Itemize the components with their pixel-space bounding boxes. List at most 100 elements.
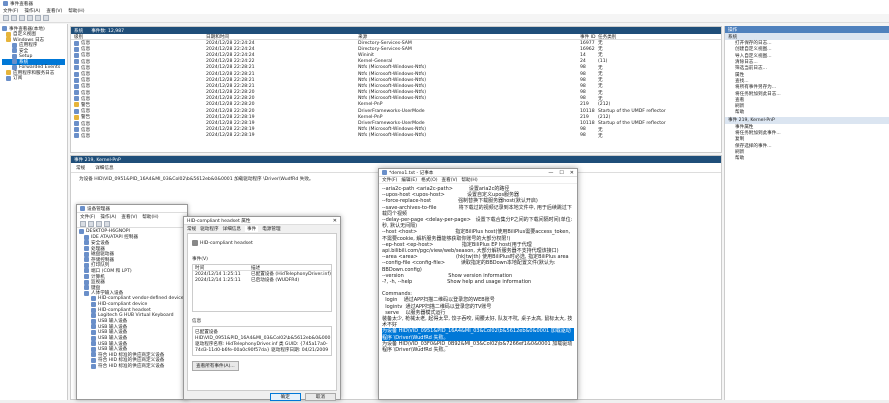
forward-icon[interactable]: [88, 220, 94, 227]
headset-icon: [192, 240, 198, 246]
col-task[interactable]: 任务类别: [598, 34, 616, 40]
device-icon: [91, 346, 96, 352]
info-icon: [74, 40, 79, 46]
device-icon: [91, 357, 96, 363]
text-line: --delay-per-page <delay-per-page> 设置下载合集…: [382, 217, 574, 230]
table-row[interactable]: 信息 2024/12/28 22:28:19 Ntfs (Microsoft-Win…: [71, 133, 721, 139]
device-icon: [91, 363, 96, 369]
help-icon[interactable]: [35, 15, 41, 21]
log-icon: [12, 53, 17, 59]
tree-item[interactable]: HID-compliant vendor-defined device: [79, 296, 185, 302]
col-source[interactable]: 来源: [358, 34, 580, 40]
device-icon: [91, 352, 96, 358]
action-item[interactable]: 帮助: [725, 109, 889, 115]
tree-item[interactable]: Logitech G HUB Virtual Keyboard: [79, 313, 185, 319]
info-icon: [74, 108, 79, 114]
close-icon[interactable]: ✕: [570, 170, 574, 176]
log-icon: [12, 48, 17, 54]
device-icon: [91, 296, 96, 302]
tab-details[interactable]: 详细信息: [223, 226, 241, 232]
actions-list: 打开保存的日志... 创建自定义视图... 导入自定义视图... 清除日志... 筛选当…: [725, 40, 889, 116]
text-line: 装备太少, 枪械太老, 起得太早, 饺子吞咬, 闹腰太好, 队友不吭, 桌子太高…: [382, 316, 573, 329]
info-label: 信息: [192, 319, 202, 324]
table-row[interactable]: 信息 2024/12/28 22:28:20 DriverFrameworks-Us…: [71, 108, 721, 114]
device-icon: [84, 279, 89, 285]
app-title: 事件查看器: [10, 1, 33, 7]
tab-power[interactable]: 电源管理: [262, 226, 280, 232]
col-id[interactable]: 事件 ID: [580, 34, 598, 40]
folder-icon: [6, 37, 11, 43]
info-icon: [74, 77, 79, 83]
table-row[interactable]: 2024/12/14 1:25:11 已启动设备 (WUDFRd): [193, 277, 331, 284]
device-icon: [91, 318, 96, 324]
folder-icon[interactable]: [19, 15, 25, 21]
back-icon[interactable]: [80, 220, 86, 227]
device-icon: [84, 251, 89, 257]
props-tabs: 常规 驱动程序 详细信息 事件 电源管理: [184, 225, 340, 233]
device-header: HID-compliant headset: [192, 238, 332, 248]
back-icon[interactable]: [3, 15, 9, 21]
device-icon: [84, 240, 89, 246]
grid-icon[interactable]: [96, 220, 102, 227]
app-icon: [3, 1, 8, 6]
warning-icon: [74, 114, 79, 120]
text-line: --ep-host <ep-host> 指定BiliPlus EP host(用…: [382, 241, 559, 255]
toolbar: [0, 14, 889, 23]
info-icon: [74, 127, 79, 133]
text-line: --host <host> 指定BiliPlus host(使用BiliPlus…: [382, 229, 572, 242]
device-icon: [79, 229, 84, 235]
menu-view[interactable]: 查看(V): [46, 8, 62, 14]
text-line: --save-archives-to-file 将下载过的视频记录到本地文件中,…: [382, 204, 572, 217]
device-icon: [84, 290, 89, 296]
panel-icon[interactable]: [43, 15, 49, 21]
device-icon: [84, 274, 89, 280]
notepad-title-bar: *demo1.txt - 记事本 — ☐ ✕: [379, 169, 577, 177]
info-icon: [74, 133, 79, 139]
computer-icon: [2, 26, 7, 32]
actions-list: 事件属性 将任务附加到此事件... 复制 保存选择的事件... 刷新 帮助: [725, 124, 889, 162]
grid-icon[interactable]: [27, 15, 33, 21]
actions-title: 操作: [725, 26, 889, 33]
close-icon[interactable]: ✕: [333, 218, 337, 224]
tab-details[interactable]: 详细信息: [95, 165, 113, 171]
action-item[interactable]: 帮助: [725, 155, 889, 161]
col-level[interactable]: 级别: [74, 34, 206, 40]
props-body: HID-compliant headset 事件(V) 时间 描述 2024/1…: [187, 233, 337, 391]
devmgr-title-bar: 设备管理器: [77, 205, 187, 213]
tree-item[interactable]: 符合 HID 标准的供应商定义设备: [79, 363, 185, 369]
props-title-bar: HID-compliant headset 属性 ✕: [184, 217, 340, 225]
notepad-text-area[interactable]: --aria2c-path <aria2c-path> 设置aria2c的路径 -…: [379, 184, 577, 400]
maximize-icon[interactable]: ☐: [559, 170, 563, 176]
device-icon: [91, 307, 96, 313]
info-icon: [74, 96, 79, 102]
tab-events[interactable]: 事件: [244, 226, 259, 232]
notepad-window: *demo1.txt - 记事本 — ☐ ✕ 文件(F) 编辑(E) 格式(O)…: [378, 168, 578, 400]
selected-text-line: 为设备 HID\VID_0951&PID_16A4&MI_03&Col02\b&…: [382, 328, 574, 341]
tab-general[interactable]: 常规: [76, 165, 85, 171]
forward-icon[interactable]: [11, 15, 17, 21]
col-date[interactable]: 日期和时间: [206, 34, 358, 40]
menu-help[interactable]: 帮助(H): [68, 8, 84, 14]
window-controls: — ☐ ✕: [548, 170, 574, 176]
info-icon: [74, 52, 79, 58]
tab-driver[interactable]: 驱动程序: [200, 226, 218, 232]
help-icon[interactable]: [104, 220, 110, 227]
actions-group[interactable]: 事件 219, Kernel-PnP: [725, 116, 889, 124]
log-icon: [12, 59, 17, 65]
device-icon: [91, 302, 96, 308]
selected-text-line: 为设备 HID\VID_03F0&PID_0B92&MI_03&Col02\b&…: [382, 340, 573, 354]
view-all-events-button[interactable]: 查看所有事件(A)...: [192, 361, 239, 371]
tree-item[interactable]: 订阅: [2, 75, 65, 81]
title-bar: 事件查看器: [0, 0, 889, 7]
info-icon: [74, 71, 79, 77]
properties-dialog: HID-compliant headset 属性 ✕ 常规 驱动程序 详细信息 …: [183, 216, 341, 401]
table-row[interactable]: 信息 2024/12/28 22:28:19 DriverFrameworks-Us…: [71, 120, 721, 127]
menu-action[interactable]: 操作(A): [24, 8, 40, 14]
menu-file[interactable]: 文件(F): [3, 8, 18, 14]
info-icon: [74, 65, 79, 71]
tab-general[interactable]: 常规: [187, 226, 196, 232]
device-icon: [91, 329, 96, 335]
actions-group[interactable]: 系统: [725, 33, 889, 40]
minimize-icon[interactable]: —: [548, 170, 553, 176]
menu-bar: 文件(F) 操作(A) 查看(V) 帮助(H): [0, 7, 889, 14]
